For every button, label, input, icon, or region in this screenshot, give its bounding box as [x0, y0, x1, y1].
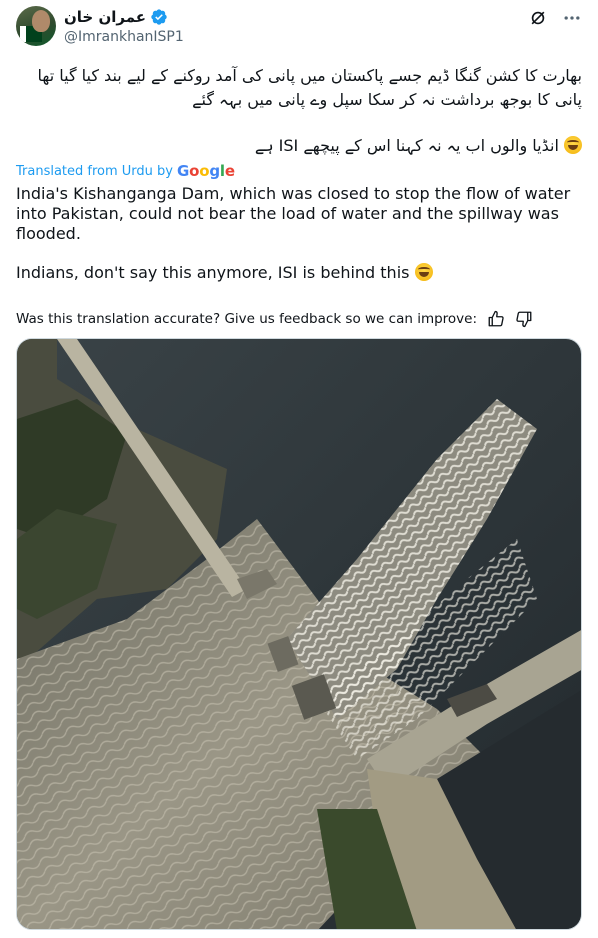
translated-paragraph-2-text: Indians, don't say this anymore, ISI is … — [16, 263, 410, 282]
urdu-text-line-2: پانی کا بوجھ برداشت نہ کر سکا سپل وے پان… — [192, 90, 582, 109]
tweet-top-actions — [528, 8, 582, 28]
urdu-text-line-1: بھارت کا کشن گنگا ڈیم جسے پاکستان میں پا… — [37, 66, 582, 85]
thumbs-down-icon[interactable] — [515, 310, 533, 328]
translated-paragraph-2: Indians, don't say this anymore, ISI is … — [16, 263, 582, 283]
verified-badge-icon — [151, 9, 167, 25]
urdu-text-line-3: انڈیا والوں اب یہ نہ کہنا اس کے پیچھے IS… — [16, 134, 582, 158]
translation-attribution[interactable]: Translated from Urdu by Google — [16, 162, 235, 180]
tweet-media-image[interactable] — [16, 338, 582, 930]
feedback-prompt: Was this translation accurate? Give us f… — [16, 311, 478, 327]
google-logo: Google — [177, 162, 235, 180]
translated-from-label: Translated from Urdu by — [16, 163, 173, 179]
tears-of-joy-emoji-icon — [564, 136, 582, 154]
avatar[interactable] — [16, 6, 56, 46]
tweet: عمران خان @ImrankhanISP1 بھارت کا کشن گن… — [0, 0, 598, 938]
author-display-name[interactable]: عمران خان — [64, 8, 146, 26]
more-icon[interactable] — [562, 8, 582, 28]
author-name-row: عمران خان — [64, 8, 168, 26]
author-handle[interactable]: @ImrankhanISP1 — [64, 29, 184, 45]
flooded-dam-aerial-photo — [17, 339, 581, 929]
urdu-text-line-3-text: انڈیا والوں اب یہ نہ کہنا اس کے پیچھے IS… — [254, 136, 559, 155]
thumbs-up-icon[interactable] — [487, 310, 505, 328]
avatar-face — [32, 10, 50, 32]
tears-of-joy-emoji-icon — [414, 263, 433, 281]
translation-feedback: Was this translation accurate? Give us f… — [16, 310, 533, 328]
translated-paragraph-1: India's Kishanganga Dam, which was close… — [16, 184, 571, 243]
grok-icon[interactable] — [528, 8, 548, 28]
